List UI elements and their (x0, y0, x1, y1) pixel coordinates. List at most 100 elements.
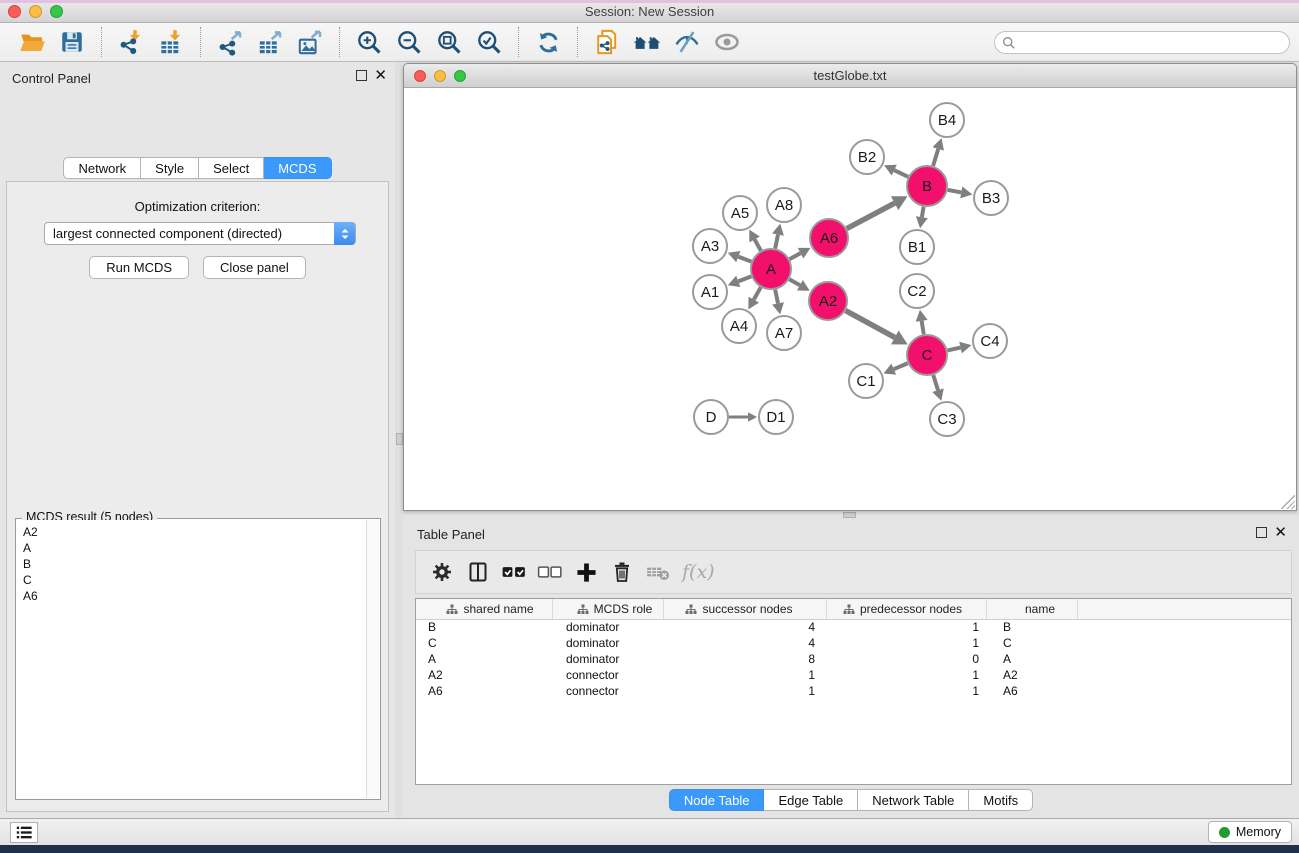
export-network-button[interactable] (213, 26, 247, 58)
graph-edge[interactable] (948, 190, 962, 193)
add-row-button[interactable] (568, 555, 604, 589)
graph-edge[interactable] (922, 321, 924, 334)
import-table-button[interactable] (154, 26, 188, 58)
table-cell[interactable]: A (416, 652, 553, 668)
vertical-splitter[interactable] (395, 62, 403, 818)
graph-node-C1[interactable]: C1 (849, 364, 883, 398)
result-item[interactable]: A2 (23, 524, 366, 540)
float-table-panel-icon[interactable] (1256, 527, 1267, 538)
table-cell[interactable]: A2 (987, 668, 1078, 684)
graph-node-C4[interactable]: C4 (973, 324, 1007, 358)
graph-node-A5[interactable]: A5 (723, 196, 757, 230)
table-cell[interactable]: 1 (664, 668, 827, 684)
graph-node-A7[interactable]: A7 (767, 316, 801, 350)
table-cell[interactable]: A6 (987, 684, 1078, 700)
zoom-in-button[interactable] (352, 26, 386, 58)
graph-node-A8[interactable]: A8 (767, 188, 801, 222)
graph-edge[interactable] (775, 235, 778, 249)
table-cell[interactable]: A2 (416, 668, 553, 684)
criterion-select[interactable]: largest connected component (directed) (44, 222, 356, 245)
search-field[interactable] (994, 31, 1290, 54)
graph-edge[interactable] (933, 375, 938, 390)
table-cell[interactable]: 1 (827, 620, 987, 636)
graph-edge[interactable] (933, 149, 938, 166)
graph-edge[interactable] (754, 287, 761, 299)
column-header-name[interactable]: name (987, 599, 1078, 619)
run-mcds-button[interactable]: Run MCDS (89, 256, 189, 279)
graph-node-B3[interactable]: B3 (974, 181, 1008, 215)
result-item[interactable]: B (23, 556, 366, 572)
table-cell[interactable]: connector (553, 684, 664, 700)
graph-node-C[interactable]: C (907, 335, 947, 375)
table-cell[interactable]: C (987, 636, 1078, 652)
graph-node-A[interactable]: A (751, 249, 791, 289)
column-header-predecessor-nodes[interactable]: predecessor nodes (827, 599, 987, 619)
show-columns-button[interactable] (460, 555, 496, 589)
delete-table-button[interactable] (640, 555, 676, 589)
graph-edge[interactable] (922, 207, 924, 217)
graph-node-B[interactable]: B (907, 166, 947, 206)
graph-edge[interactable] (846, 311, 895, 338)
zoom-selected-button[interactable] (472, 26, 506, 58)
export-image-button[interactable] (293, 26, 327, 58)
graph-node-C2[interactable]: C2 (900, 274, 934, 308)
graph-edge[interactable] (775, 290, 778, 304)
task-history-button[interactable] (10, 822, 38, 843)
tab-network[interactable]: Network (63, 157, 141, 179)
table-cell[interactable]: connector (553, 668, 664, 684)
table-cell[interactable]: B (987, 620, 1078, 636)
table-cell[interactable]: 1 (827, 684, 987, 700)
zoom-out-button[interactable] (392, 26, 426, 58)
graph-edge[interactable] (755, 239, 761, 250)
close-panel-icon[interactable]: ✕ (374, 70, 387, 81)
open-session-button[interactable] (15, 26, 49, 58)
deselect-all-button[interactable] (532, 555, 568, 589)
search-input[interactable] (1020, 36, 1289, 50)
table-cell[interactable]: A (987, 652, 1078, 668)
graph-node-A3[interactable]: A3 (693, 229, 727, 263)
graph-node-B2[interactable]: B2 (850, 140, 884, 174)
show-graphics-details-button[interactable] (710, 26, 744, 58)
network-window-titlebar[interactable]: testGlobe.txt (404, 64, 1296, 88)
import-network-button[interactable] (114, 26, 148, 58)
home-button[interactable] (630, 26, 664, 58)
graph-edge[interactable] (738, 276, 751, 281)
graph-edge[interactable] (789, 279, 800, 285)
table-cell[interactable]: C (416, 636, 553, 652)
table-row[interactable]: A6connector11A6 (416, 684, 1291, 700)
save-session-button[interactable] (55, 26, 89, 58)
tab-select[interactable]: Select (199, 157, 264, 179)
function-builder-button[interactable]: f(x) (682, 561, 715, 583)
close-table-panel-icon[interactable]: ✕ (1274, 527, 1287, 538)
graph-node-D[interactable]: D (694, 400, 728, 434)
graph-edge[interactable] (738, 257, 751, 262)
result-item[interactable]: A6 (23, 588, 366, 604)
table-cell[interactable]: A6 (416, 684, 553, 700)
table-row[interactable]: Bdominator41B (416, 620, 1291, 636)
column-header-mcds-role[interactable]: MCDS role (553, 599, 664, 619)
table-cell[interactable]: 1 (827, 636, 987, 652)
graph-node-A2[interactable]: A2 (809, 282, 847, 320)
graph-edge[interactable] (894, 363, 908, 369)
table-cell[interactable]: 8 (664, 652, 827, 668)
table-row[interactable]: Adominator80A (416, 652, 1291, 668)
graph-node-A1[interactable]: A1 (693, 275, 727, 309)
table-cell[interactable]: B (416, 620, 553, 636)
hide-graphics-details-button[interactable] (670, 26, 704, 58)
graph-node-A4[interactable]: A4 (722, 309, 756, 343)
table-cell[interactable]: 4 (664, 636, 827, 652)
graph-node-B4[interactable]: B4 (930, 103, 964, 137)
result-item[interactable]: C (23, 572, 366, 588)
tab-network-table[interactable]: Network Table (858, 789, 969, 811)
delete-row-button[interactable] (604, 555, 640, 589)
tab-node-table[interactable]: Node Table (669, 789, 765, 811)
window-resize-grip[interactable] (1281, 495, 1295, 509)
table-cell[interactable]: dominator (553, 620, 664, 636)
table-settings-button[interactable] (424, 555, 460, 589)
graph-edge[interactable] (947, 348, 960, 351)
tab-style[interactable]: Style (141, 157, 199, 179)
zoom-fit-button[interactable] (432, 26, 466, 58)
graph-edge[interactable] (790, 253, 801, 259)
table-cell[interactable]: dominator (553, 652, 664, 668)
refresh-button[interactable] (531, 26, 565, 58)
